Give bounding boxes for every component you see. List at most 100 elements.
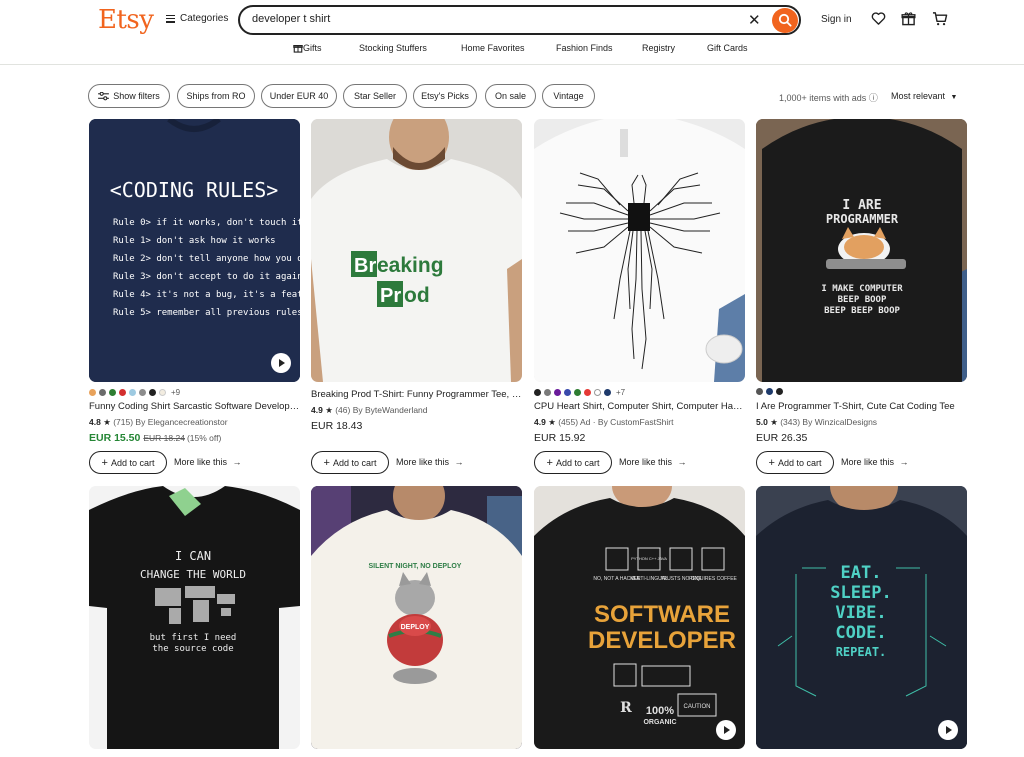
add-to-cart-button[interactable]: + Add to cart: [311, 451, 389, 474]
arrow-right-icon: →: [232, 457, 242, 467]
chip-label: Show filters: [113, 91, 160, 101]
deploy-cat-shirt-graphic: SILENT NIGHT, NO DEPLOY DEPLOY: [311, 486, 522, 749]
software-developer-shirt-graphic: NO, NOT A HACKER PYTHON C++ JAVA TRUSTS …: [534, 486, 745, 749]
listing-image[interactable]: EAT. SLEEP. VIBE. CODE. REPEAT.: [756, 486, 967, 749]
more-like-label: More like this: [396, 457, 450, 467]
shirt-print-line: REQUIRES COFFEE: [689, 576, 737, 582]
color-swatch: [564, 389, 571, 396]
listing-image[interactable]: I ARE PROGRAMMER I MAKE COMPUTER BEEP BO…: [756, 119, 967, 382]
listing-title[interactable]: Funny Coding Shirt Sarcastic Software De…: [89, 401, 300, 412]
rating-value: 4.8: [89, 417, 101, 427]
shirt-print-line: Rule 1> don't ask how it works: [113, 236, 276, 246]
plus-icon: +: [101, 456, 108, 469]
listing-image[interactable]: <CODING RULES> Rule 0> if it works, don'…: [89, 119, 300, 382]
cart-icon[interactable]: [932, 11, 948, 26]
listing-price: EUR 18.43: [311, 420, 362, 432]
subnav-item-gift-cards[interactable]: Gift Cards: [707, 43, 748, 53]
seller-name: By WinzicalDesigns: [802, 417, 878, 427]
shirt-print-line: CHANGE THE WORLD: [140, 568, 246, 581]
color-swatch: [109, 389, 116, 396]
more-like-this-link[interactable]: More like this →: [396, 457, 464, 467]
gift-icon[interactable]: [901, 11, 916, 26]
play-icon[interactable]: [716, 720, 736, 740]
listing-price: EUR 15.50 EUR 18.24 (15% off): [89, 432, 221, 444]
add-to-cart-button[interactable]: + Add to cart: [534, 451, 612, 474]
more-like-this-link[interactable]: More like this →: [841, 457, 909, 467]
subnav-item-registry[interactable]: Registry: [642, 43, 675, 53]
sort-dropdown[interactable]: Most relevant ▼: [891, 91, 957, 101]
info-icon[interactable]: ⓘ: [869, 93, 878, 103]
price: EUR 15.92: [534, 432, 586, 444]
more-like-this-link[interactable]: More like this →: [174, 457, 242, 467]
search-button[interactable]: [772, 8, 798, 33]
listing-image[interactable]: I CAN CHANGE THE WORLD but first I need …: [89, 486, 300, 749]
heart-icon[interactable]: [871, 11, 886, 26]
color-swatch: [149, 389, 156, 396]
play-icon[interactable]: [271, 353, 291, 373]
shirt-print-line: ORGANIC: [643, 719, 676, 726]
listing-rating: 4.8 ★ (715) By Elegancecreationstor: [89, 417, 228, 428]
site-header: Etsy Categories ✕ Sign in: [0, 0, 1024, 65]
shirt-print-line: I CAN: [175, 549, 211, 563]
subnav-item-home-favorites[interactable]: Home Favorites: [461, 43, 525, 53]
shirt-print-line: Rule 2> don't tell anyone how you did it: [113, 254, 300, 264]
chip-star-seller[interactable]: Star Seller: [343, 84, 407, 108]
shirt-print-line: Rule 0> if it works, don't touch it: [113, 218, 300, 228]
shirt-print-heading: <CODING RULES>: [110, 178, 279, 202]
rating-value: 4.9: [534, 417, 546, 427]
shirt-print-line: SLEEP.: [830, 583, 891, 603]
listing-card[interactable]: NO, NOT A HACKER PYTHON C++ JAVA TRUSTS …: [534, 486, 745, 757]
listing-title[interactable]: I Are Programmer T-Shirt, Cute Cat Codin…: [756, 401, 967, 412]
categories-label: Categories: [180, 13, 229, 24]
show-filters-button[interactable]: Show filters: [88, 84, 170, 108]
shirt-print-line: Rule 5> remember all previous rules.: [113, 308, 300, 318]
listing-card[interactable]: +7 CPU Heart Shirt, Computer Shirt, Comp…: [534, 119, 745, 479]
close-icon[interactable]: ✕: [748, 11, 761, 29]
original-price: EUR 18.24: [143, 433, 185, 443]
change-the-world-shirt-graphic: I CAN CHANGE THE WORLD but first I need …: [89, 486, 300, 749]
subnav-label: Gifts: [303, 43, 322, 53]
search-bar: ✕: [238, 5, 801, 35]
listing-title[interactable]: CPU Heart Shirt, Computer Shirt, Compute…: [534, 401, 745, 412]
listing-image[interactable]: Br eaking Pr od: [311, 119, 522, 382]
add-to-cart-button[interactable]: + Add to cart: [89, 451, 167, 474]
shirt-print-line: CODE.: [835, 623, 886, 643]
categories-button[interactable]: Categories: [166, 13, 228, 24]
search-input[interactable]: [252, 13, 722, 25]
color-swatch: [544, 389, 551, 396]
category-nav: Gifts Stocking Stuffers Home Favorites F…: [0, 43, 1024, 57]
shirt-print-line: 100%: [646, 705, 674, 717]
listing-image[interactable]: SILENT NIGHT, NO DEPLOY DEPLOY: [311, 486, 522, 749]
shirt-print-line: the source code: [152, 644, 233, 654]
color-swatch: [534, 389, 541, 396]
listing-card[interactable]: SILENT NIGHT, NO DEPLOY DEPLOY: [311, 486, 522, 757]
add-to-cart-label: Add to cart: [332, 457, 377, 468]
chip-under-eur-40[interactable]: Under EUR 40: [261, 84, 337, 108]
listing-card[interactable]: I ARE PROGRAMMER I MAKE COMPUTER BEEP BO…: [756, 119, 967, 479]
chip-ships-from-ro[interactable]: Ships from RO: [177, 84, 255, 108]
chip-on-sale[interactable]: On sale: [485, 84, 536, 108]
shirt-print-line: Rule 4> it's not a bug, it's a feature: [113, 290, 300, 300]
etsy-logo[interactable]: Etsy: [98, 5, 154, 35]
play-icon[interactable]: [938, 720, 958, 740]
add-to-cart-button[interactable]: + Add to cart: [756, 451, 834, 474]
listing-card[interactable]: I CAN CHANGE THE WORLD but first I need …: [89, 486, 300, 757]
listing-card[interactable]: Br eaking Pr od Breaking Prod T-Shirt: F…: [311, 119, 522, 479]
shirt-print-line: EAT.: [841, 563, 882, 583]
result-count-label: 1,000+ items with ads: [779, 93, 867, 103]
listing-card[interactable]: <CODING RULES> Rule 0> if it works, don'…: [89, 119, 300, 479]
listing-image[interactable]: [534, 119, 745, 382]
subnav-item-fashion-finds[interactable]: Fashion Finds: [556, 43, 613, 53]
sign-in-link[interactable]: Sign in: [821, 14, 852, 25]
chip-etsys-picks[interactable]: Etsy's Picks: [413, 84, 477, 108]
color-swatch: [554, 389, 561, 396]
listing-card[interactable]: EAT. SLEEP. VIBE. CODE. REPEAT.: [756, 486, 967, 757]
chip-vintage[interactable]: Vintage: [542, 84, 595, 108]
more-like-label: More like this: [619, 457, 673, 467]
subnav-item-stocking-stuffers[interactable]: Stocking Stuffers: [359, 43, 427, 53]
listing-image[interactable]: NO, NOT A HACKER PYTHON C++ JAVA TRUSTS …: [534, 486, 745, 749]
result-count: 1,000+ items with ads ⓘ: [779, 91, 878, 104]
subnav-item-gifts[interactable]: Gifts: [293, 43, 322, 54]
listing-title[interactable]: Breaking Prod T-Shirt: Funny Programmer …: [311, 389, 522, 400]
more-like-this-link[interactable]: More like this →: [619, 457, 687, 467]
